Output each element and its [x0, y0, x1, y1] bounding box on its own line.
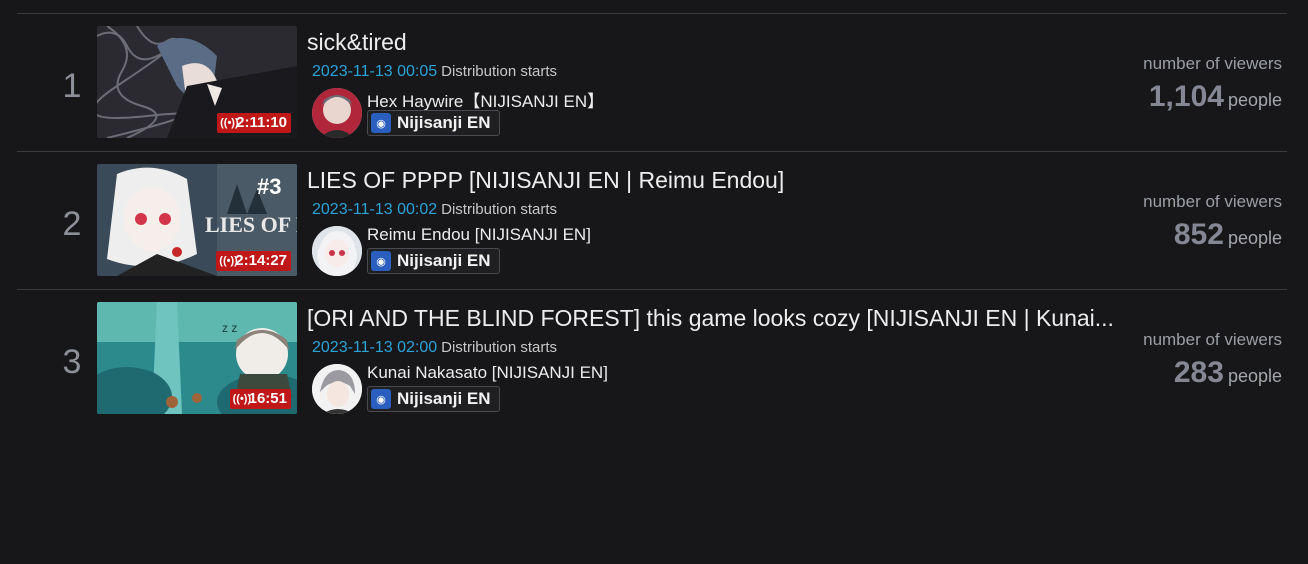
viewer-number: 283 — [1173, 356, 1224, 389]
stream-start: 2023-11-13 02:00 Distribution starts — [312, 339, 557, 357]
viewers-label: number of viewers — [1143, 54, 1282, 73]
viewer-unit: people — [1227, 90, 1282, 110]
viewer-count: 1,104 people — [1149, 80, 1282, 114]
viewer-unit: people — [1227, 366, 1282, 386]
channel-name[interactable]: Kunai Nakasato [NIJISANJI EN] — [367, 363, 608, 383]
live-duration-badge: ((•)) 2:11:10 — [217, 113, 291, 133]
list-item[interactable]: 3 z z ((•)) 16:51 [ORI AND THE BLIND FOR… — [17, 289, 1287, 427]
thumb-game-title: LIES OF P — [205, 212, 297, 237]
thumb-episode-number: #3 — [257, 174, 281, 199]
sleep-icon: z z — [222, 321, 237, 335]
stream-start: 2023-11-13 00:02 Distribution starts — [312, 201, 557, 219]
viewers-label: number of viewers — [1143, 192, 1282, 211]
org-tag[interactable]: ◉ Nijisanji EN — [367, 386, 500, 412]
avatar[interactable] — [312, 226, 362, 276]
viewer-count: 283 people — [1174, 356, 1282, 390]
stream-start: 2023-11-13 00:05 Distribution starts — [312, 63, 557, 81]
nijisanji-logo-icon: ◉ — [371, 251, 391, 271]
viewers-label: number of viewers — [1143, 330, 1282, 349]
live-broadcast-icon: ((•)) — [232, 393, 252, 405]
start-date: 2023-11-13 00:05 — [312, 63, 438, 80]
live-duration-badge: ((•)) 16:51 — [229, 389, 291, 409]
distribution-label: Distribution starts — [441, 63, 558, 80]
channel-name[interactable]: Hex Haywire【NIJISANJI EN】 — [367, 87, 604, 112]
viewer-number: 852 — [1173, 218, 1224, 251]
live-duration-badge: ((•)) 2:14:27 — [216, 251, 291, 271]
duration-text: 16:51 — [248, 390, 287, 407]
start-date: 2023-11-13 02:00 — [312, 339, 438, 356]
live-broadcast-icon: ((•)) — [220, 117, 239, 129]
duration-text: 2:14:27 — [235, 252, 287, 269]
org-name: Nijisanji EN — [397, 113, 491, 132]
avatar[interactable] — [312, 88, 362, 138]
video-thumbnail[interactable]: #3 LIES OF P ((•)) 2:14:27 — [97, 164, 297, 276]
video-thumbnail[interactable]: ((•)) 2:11:10 — [97, 26, 297, 138]
video-title[interactable]: LIES OF PPPP [NIJISANJI EN | Reimu Endou… — [307, 166, 1097, 194]
distribution-label: Distribution starts — [441, 201, 558, 218]
list-item[interactable]: 2 #3 LIES OF P ((•)) 2:14:27 LIES OF PPP… — [17, 151, 1287, 289]
start-date: 2023-11-13 00:02 — [312, 201, 438, 218]
video-thumbnail[interactable]: z z ((•)) 16:51 — [97, 302, 297, 414]
nijisanji-logo-icon: ◉ — [371, 113, 391, 133]
org-tag[interactable]: ◉ Nijisanji EN — [367, 248, 500, 274]
list-item[interactable]: 1 ((•)) 2:11:10 sick&tired 2023-11-13 00… — [17, 13, 1287, 151]
viewer-number: 1,104 — [1148, 80, 1224, 113]
duration-text: 2:11:10 — [236, 114, 287, 131]
video-title[interactable]: sick&tired — [307, 28, 1097, 56]
org-name: Nijisanji EN — [397, 389, 491, 408]
video-title[interactable]: [ORI AND THE BLIND FOREST] this game loo… — [307, 304, 1114, 332]
live-broadcast-icon: ((•)) — [219, 255, 238, 267]
nijisanji-logo-icon: ◉ — [371, 389, 391, 409]
channel-name[interactable]: Reimu Endou [NIJISANJI EN] — [367, 225, 591, 245]
org-tag[interactable]: ◉ Nijisanji EN — [367, 110, 500, 136]
distribution-label: Distribution starts — [441, 339, 558, 356]
ranking-list: 1 ((•)) 2:11:10 sick&tired 2023-11-13 00… — [17, 13, 1287, 427]
avatar[interactable] — [312, 364, 362, 414]
viewer-count: 852 people — [1174, 218, 1282, 252]
viewer-unit: people — [1227, 228, 1282, 248]
org-name: Nijisanji EN — [397, 251, 491, 270]
